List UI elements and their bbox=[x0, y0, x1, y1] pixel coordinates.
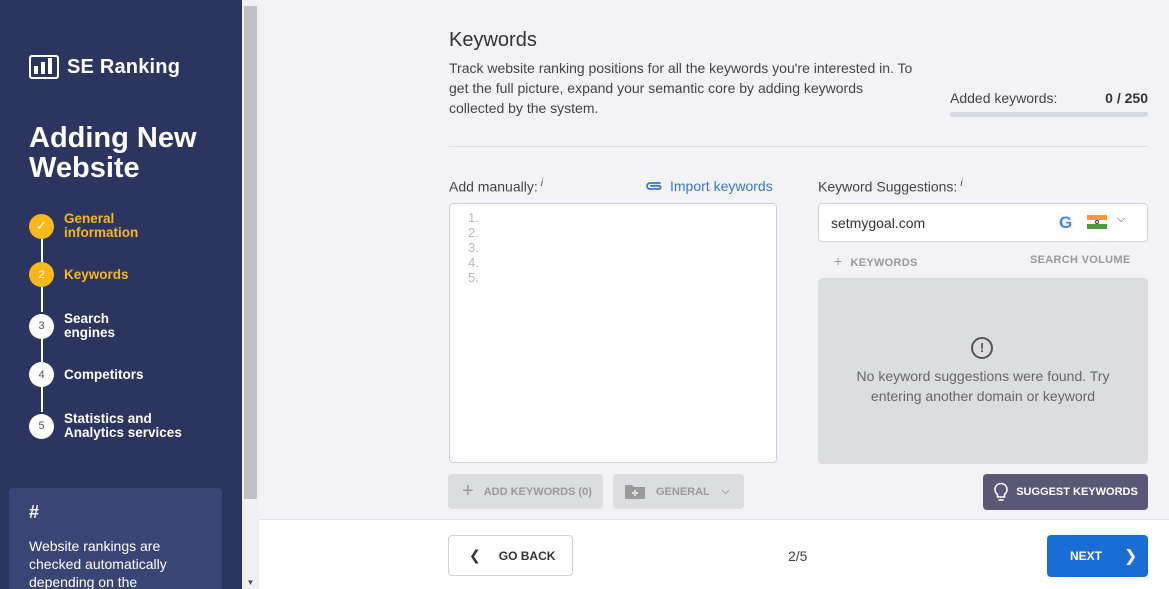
step-connector bbox=[41, 287, 43, 312]
info-box: # Website rankings are checked automatic… bbox=[9, 488, 222, 589]
step-connector bbox=[41, 237, 43, 262]
line-number: 2. bbox=[468, 225, 479, 240]
keywords-column-header[interactable]: + KEYWORDS bbox=[834, 253, 918, 269]
page-description: Track website ranking positions for all … bbox=[449, 60, 913, 116]
empty-state-message: No keyword suggestions were found. Try e… bbox=[856, 368, 1110, 404]
step-label: Keywords bbox=[64, 266, 129, 282]
page-indicator: 2/5 bbox=[788, 548, 808, 564]
step-connector bbox=[41, 337, 43, 362]
chevron-down-icon: ⌵ bbox=[721, 486, 730, 497]
folder-plus-icon bbox=[625, 485, 645, 499]
logo-chart-icon bbox=[29, 55, 59, 79]
wizard-footer: ❮ GO BACK 2/5 NEXT ❯ bbox=[259, 519, 1169, 589]
paperclip-icon bbox=[646, 182, 662, 190]
keyword-suggestions-text: Keyword Suggestions: bbox=[818, 178, 958, 195]
step-label: Search engines bbox=[64, 311, 116, 340]
main-content: Keywords Track website ranking positions… bbox=[259, 0, 1169, 589]
keyword-suggestions-label: Keyword Suggestions: i bbox=[818, 178, 963, 195]
step-general-information[interactable]: ✓ General information bbox=[29, 212, 138, 240]
info-icon[interactable]: i bbox=[541, 178, 543, 189]
plus-icon: + bbox=[834, 253, 843, 269]
step-search-engines[interactable]: 3 Search engines bbox=[29, 312, 115, 340]
chevron-down-icon: ⌵ bbox=[1117, 213, 1126, 225]
lightbulb-icon bbox=[994, 482, 1009, 501]
search-volume-column-header[interactable]: SEARCH VOLUME bbox=[1030, 254, 1130, 266]
added-keywords-progress bbox=[950, 112, 1148, 117]
info-icon[interactable]: i bbox=[960, 178, 962, 189]
added-keywords-count: 0 / 250 bbox=[1105, 90, 1148, 106]
step-number: 3 bbox=[29, 313, 54, 339]
sidebar: SE Ranking Adding New Website ✓ General … bbox=[0, 0, 242, 589]
page-title: Keywords bbox=[449, 29, 537, 51]
google-icon: G bbox=[1059, 213, 1073, 232]
go-back-label: GO BACK bbox=[498, 548, 556, 563]
scroll-down-arrow-icon[interactable]: ▼ bbox=[242, 578, 259, 587]
add-manually-label: Add manually: i bbox=[449, 178, 543, 195]
suggest-keywords-label: SUGGEST KEYWORDS bbox=[1016, 486, 1138, 498]
line-number: 4. bbox=[468, 255, 479, 270]
exclamation-circle-icon: ! bbox=[971, 337, 993, 359]
go-back-button[interactable]: ❮ GO BACK bbox=[448, 535, 573, 576]
step-competitors[interactable]: 4 Competitors bbox=[29, 362, 144, 387]
step-label: Competitors bbox=[64, 366, 144, 382]
line-number: 3. bbox=[468, 240, 479, 255]
import-keywords-label: Import keywords bbox=[670, 178, 773, 194]
add-keywords-button[interactable]: + ADD KEYWORDS (0) bbox=[448, 474, 603, 509]
brand-name: SE Ranking bbox=[67, 55, 181, 78]
added-keywords-counter: Added keywords: 0 / 250 bbox=[950, 90, 1148, 106]
plus-icon: + bbox=[462, 480, 474, 502]
group-label: GENERAL bbox=[656, 485, 710, 498]
domain-value: setmygoal.com bbox=[831, 214, 926, 231]
added-keywords-label: Added keywords: bbox=[950, 90, 1058, 106]
step-number: 2 bbox=[29, 262, 54, 287]
line-number: 1. bbox=[468, 210, 479, 225]
scrollbar-thumb[interactable] bbox=[244, 6, 257, 499]
wizard-title: Adding New Website bbox=[29, 122, 197, 184]
suggest-keywords-button[interactable]: SUGGEST KEYWORDS bbox=[983, 474, 1148, 510]
hash-icon: # bbox=[29, 502, 40, 522]
keyword-group-dropdown[interactable]: GENERAL ⌵ bbox=[613, 474, 744, 509]
chevron-right-icon: ❯ bbox=[1124, 548, 1138, 565]
chevron-left-icon: ❮ bbox=[469, 547, 481, 563]
india-flag-icon bbox=[1087, 215, 1107, 229]
check-icon: ✓ bbox=[29, 213, 54, 239]
step-keywords[interactable]: 2 Keywords bbox=[29, 262, 129, 287]
step-number: 5 bbox=[29, 413, 54, 439]
next-label: NEXT bbox=[1070, 549, 1103, 563]
sidebar-scrollbar[interactable]: ▼ bbox=[242, 0, 259, 589]
domain-select[interactable]: setmygoal.com G ⌵ bbox=[818, 203, 1148, 242]
step-statistics-analytics[interactable]: 5 Statistics and Analytics services bbox=[29, 412, 194, 440]
divider bbox=[449, 146, 1148, 147]
next-button[interactable]: NEXT ❯ bbox=[1047, 535, 1148, 577]
step-label: General information bbox=[64, 211, 139, 240]
keywords-column-label: KEYWORDS bbox=[850, 257, 918, 269]
step-label: Statistics and Analytics services bbox=[64, 411, 182, 440]
keywords-textarea[interactable]: 1. 2. 3. 4. 5. bbox=[449, 203, 777, 463]
import-keywords-link[interactable]: Import keywords bbox=[644, 178, 773, 194]
add-keywords-label: ADD KEYWORDS (0) bbox=[483, 485, 592, 498]
logo[interactable]: SE Ranking bbox=[29, 55, 180, 79]
info-text: Website rankings are checked automatical… bbox=[29, 538, 167, 589]
add-manually-text: Add manually: bbox=[449, 178, 538, 195]
step-connector bbox=[41, 387, 43, 412]
step-number: 4 bbox=[29, 362, 54, 387]
line-number: 5. bbox=[468, 270, 479, 285]
suggestions-empty-state: ! No keyword suggestions were found. Try… bbox=[818, 278, 1148, 464]
